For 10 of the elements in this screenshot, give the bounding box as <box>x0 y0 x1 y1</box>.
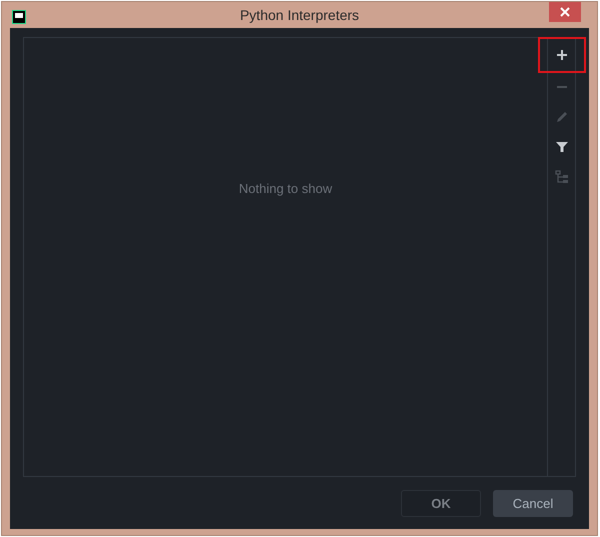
dialog-button[interactable]: Cancel <box>493 490 573 517</box>
close-button[interactable] <box>549 2 581 22</box>
window-title: Python Interpreters <box>240 6 360 25</box>
filter-icon <box>554 140 568 154</box>
close-icon <box>560 7 570 17</box>
app-icon <box>12 10 26 24</box>
pencil-icon <box>554 110 568 124</box>
add-icon <box>554 48 568 62</box>
empty-message: Nothing to show <box>238 180 332 195</box>
tree-icon <box>554 170 568 184</box>
